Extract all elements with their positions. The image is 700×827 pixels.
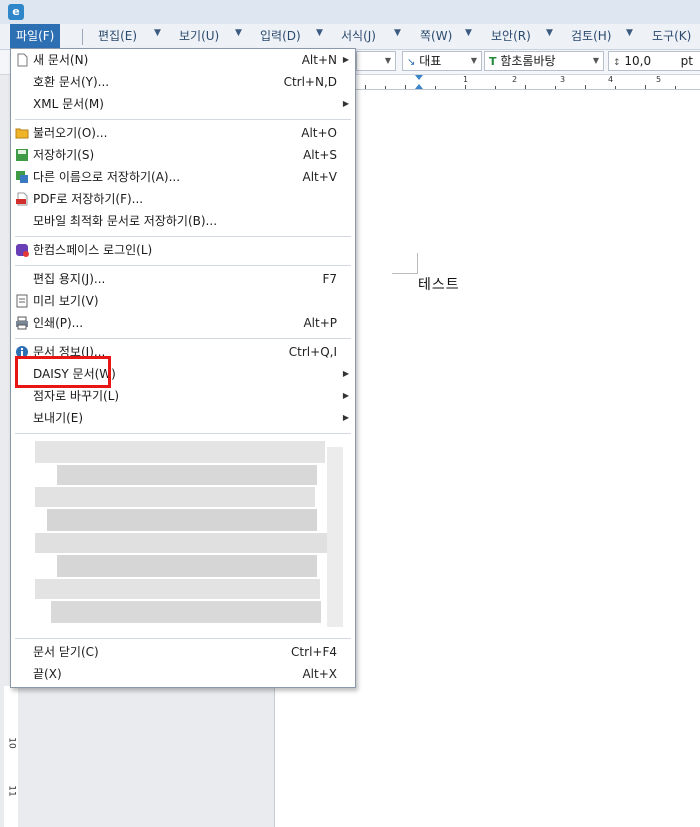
menu-insert[interactable]: 입력(D) xyxy=(260,27,301,46)
horizontal-ruler[interactable]: 1 2 3 4 5 xyxy=(355,75,700,90)
menu-page[interactable]: 쪽(W) xyxy=(420,27,452,46)
menu-item-convert-braille[interactable]: 점자로 바꾸기(L) ▶ xyxy=(11,385,355,407)
font-size-value: 10,0 xyxy=(624,54,652,68)
file-menu-dropdown: 새 문서(N) Alt+N ▶ 호환 문서(Y)... Ctrl+N,D XML… xyxy=(10,48,356,688)
menu-item-compatible-document[interactable]: 호환 문서(Y)... Ctrl+N,D xyxy=(11,71,355,93)
workspace-background xyxy=(18,686,275,827)
menu-separator xyxy=(15,236,351,237)
toolbar-left-dropdown[interactable]: ▼ xyxy=(356,51,396,71)
menu-item-open[interactable]: 불러오기(O)... Alt+O xyxy=(11,122,355,144)
ruler-label: 1 xyxy=(463,75,469,84)
chevron-down-icon: ▼ xyxy=(470,56,477,65)
chevron-down-icon: ▼ xyxy=(384,56,391,65)
ruler-tick xyxy=(465,85,466,89)
menu-item-preview[interactable]: 미리 보기(V) xyxy=(11,290,355,312)
printer-icon xyxy=(16,316,28,330)
indent-marker[interactable] xyxy=(415,75,423,89)
menu-review[interactable]: 검토(H) xyxy=(571,27,611,46)
vertical-ruler[interactable]: 10 11 xyxy=(4,686,19,827)
ruler-label: 4 xyxy=(608,75,614,84)
ruler-tick xyxy=(435,86,436,89)
menu-separator xyxy=(15,338,351,339)
menu-separator xyxy=(15,119,351,120)
style-select[interactable]: ↘ 대표 ▼ xyxy=(402,51,482,71)
ruler-tick xyxy=(385,86,386,89)
ruler-tick xyxy=(525,85,526,89)
title-bar: e xyxy=(0,0,700,24)
menu-item-new-document[interactable]: 새 문서(N) Alt+N ▶ xyxy=(11,49,355,71)
print-highlight-box xyxy=(15,356,111,388)
chevron-down-icon[interactable]: ▼ xyxy=(465,28,472,38)
ruler-label: 11 xyxy=(6,785,17,797)
document-text[interactable]: 테스트 xyxy=(418,274,460,294)
font-size-input[interactable]: ↕ 10,0 pt xyxy=(608,51,700,71)
menu-separator xyxy=(15,638,351,639)
menu-view[interactable]: 보기(U) xyxy=(179,27,219,46)
submenu-arrow-icon: ▶ xyxy=(342,391,349,400)
submenu-arrow-icon: ▶ xyxy=(342,55,349,64)
ruler-label: 3 xyxy=(560,75,566,84)
save-disk-icon xyxy=(16,149,28,161)
preview-icon xyxy=(16,294,28,308)
style-icon: ↘ xyxy=(407,57,416,68)
ruler-tick xyxy=(405,85,406,89)
chevron-down-icon[interactable]: ▼ xyxy=(626,28,633,38)
menu-edit[interactable]: 편집(E) xyxy=(98,27,137,46)
menu-separator xyxy=(82,29,83,45)
menu-item-exit[interactable]: 끝(X) Alt+X xyxy=(11,663,355,685)
new-document-icon xyxy=(17,53,28,67)
menu-item-close-document[interactable]: 문서 닫기(C) Ctrl+F4 xyxy=(11,641,355,663)
ruler-tick xyxy=(645,85,646,89)
ruler-tick xyxy=(675,86,676,89)
menu-file[interactable]: 파일(F) xyxy=(10,24,61,49)
menu-separator xyxy=(15,265,351,266)
submenu-arrow-icon: ▶ xyxy=(342,369,349,378)
chevron-down-icon[interactable]: ▼ xyxy=(394,28,401,38)
menu-item-hancom-space-login[interactable]: 한컴스페이스 로그인(L) xyxy=(11,239,355,261)
ruler-label: 10 xyxy=(6,737,17,749)
menu-tools[interactable]: 도구(K) xyxy=(652,27,691,46)
menu-security[interactable]: 보안(R) xyxy=(491,27,531,46)
ruler-label: 5 xyxy=(656,75,662,84)
menu-item-print[interactable]: 인쇄(P)... Alt+P xyxy=(11,312,355,334)
hancom-space-icon xyxy=(16,244,29,257)
pdf-icon xyxy=(16,192,28,206)
ruler-tick xyxy=(555,86,556,89)
menu-item-save[interactable]: 저장하기(S) Alt+S xyxy=(11,144,355,166)
style-value: 대표 xyxy=(419,54,442,68)
font-icon: T xyxy=(489,55,497,68)
font-size-icon: ↕ xyxy=(613,58,621,68)
menu-item-save-pdf[interactable]: PDF로 저장하기(F)... xyxy=(11,188,355,210)
ruler-tick xyxy=(585,85,586,89)
recent-documents-blurred[interactable] xyxy=(27,437,347,637)
chevron-down-icon[interactable]: ▼ xyxy=(316,28,323,38)
menu-item-save-mobile[interactable]: 모바일 최적화 문서로 저장하기(B)... xyxy=(11,210,355,232)
submenu-arrow-icon: ▶ xyxy=(342,99,349,108)
save-as-icon xyxy=(16,171,28,183)
folder-open-icon xyxy=(15,128,29,139)
chevron-down-icon: ▼ xyxy=(592,56,599,65)
ruler-tick xyxy=(615,86,616,89)
font-size-unit: pt xyxy=(680,54,693,68)
menu-item-send[interactable]: 보내기(E) ▶ xyxy=(11,407,355,429)
hwp-app-icon[interactable]: e xyxy=(8,4,24,20)
ruler-tick xyxy=(365,85,366,89)
font-value: 함초롬바탕 xyxy=(500,54,556,68)
chevron-down-icon[interactable]: ▼ xyxy=(154,28,161,38)
menu-separator xyxy=(15,433,351,434)
ruler-tick xyxy=(495,86,496,89)
menu-item-page-setup[interactable]: 편집 용지(J)... F7 xyxy=(11,268,355,290)
submenu-arrow-icon: ▶ xyxy=(342,413,349,422)
ruler-label: 2 xyxy=(512,75,518,84)
chevron-down-icon[interactable]: ▼ xyxy=(235,28,242,38)
menu-bar: 파일(F) 편집(E) ▼ 보기(U) ▼ 입력(D) ▼ 서식(J) ▼ 쪽(… xyxy=(0,24,700,50)
menu-format[interactable]: 서식(J) xyxy=(341,27,376,46)
font-select[interactable]: T 함초롬바탕 ▼ xyxy=(484,51,604,71)
menu-item-save-as[interactable]: 다른 이름으로 저장하기(A)... Alt+V xyxy=(11,166,355,188)
margin-corner-mark xyxy=(392,253,418,274)
menu-item-xml-document[interactable]: XML 문서(M) ▶ xyxy=(11,93,355,115)
chevron-down-icon[interactable]: ▼ xyxy=(546,28,553,38)
